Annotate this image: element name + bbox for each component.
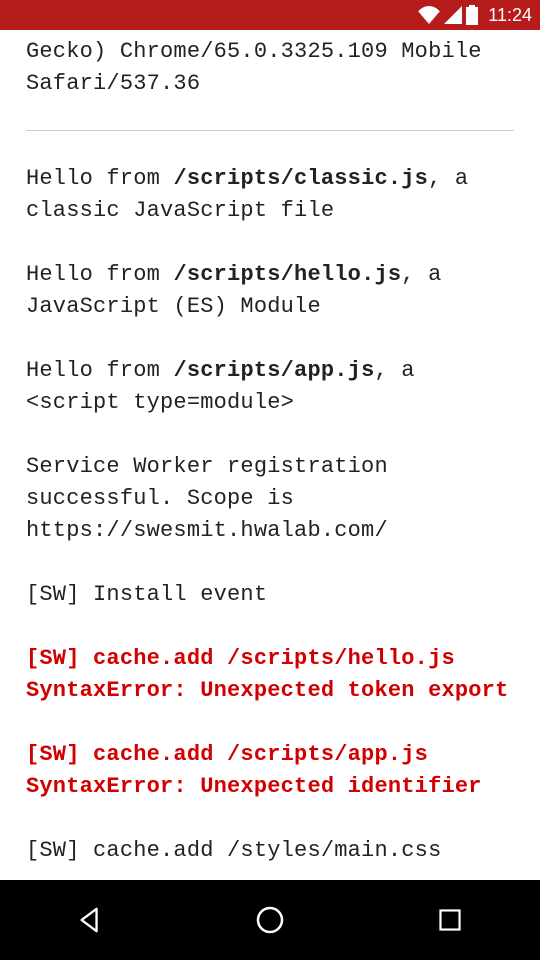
- home-button[interactable]: [252, 902, 288, 938]
- cell-signal-icon: [444, 6, 462, 24]
- log-entry-hello: Hello from /scripts/hello.js, a JavaScri…: [26, 259, 514, 323]
- log-entry-app: Hello from /scripts/app.js, a <script ty…: [26, 355, 514, 419]
- divider: [26, 130, 514, 131]
- log-viewport[interactable]: Gecko) Chrome/65.0.3325.109 Mobile Safar…: [0, 30, 540, 880]
- wifi-icon: [418, 6, 440, 24]
- back-button[interactable]: [72, 902, 108, 938]
- log-entry-cache-css: [SW] cache.add /styles/main.css: [26, 835, 514, 867]
- android-nav-bar: [0, 880, 540, 960]
- log-entry-error-hello: [SW] cache.add /scripts/hello.js SyntaxE…: [26, 643, 514, 707]
- log-path: /scripts/hello.js: [173, 262, 401, 287]
- log-path: /scripts/app.js: [173, 358, 374, 383]
- log-text: Hello from: [26, 358, 173, 383]
- log-text: Hello from: [26, 262, 173, 287]
- user-agent-line: Gecko) Chrome/65.0.3325.109 Mobile Safar…: [26, 36, 514, 100]
- log-text: Hello from: [26, 166, 173, 191]
- log-path: /scripts/classic.js: [173, 166, 428, 191]
- log-entry-error-app: [SW] cache.add /scripts/app.js SyntaxErr…: [26, 739, 514, 803]
- battery-icon: [466, 5, 478, 25]
- log-entry-sw-register: Service Worker registration successful. …: [26, 451, 514, 547]
- recent-apps-button[interactable]: [432, 902, 468, 938]
- log-entry-sw-install: [SW] Install event: [26, 579, 514, 611]
- android-status-bar: 11:24: [0, 0, 540, 30]
- log-entry-classic: Hello from /scripts/classic.js, a classi…: [26, 163, 514, 227]
- status-time: 11:24: [488, 5, 532, 26]
